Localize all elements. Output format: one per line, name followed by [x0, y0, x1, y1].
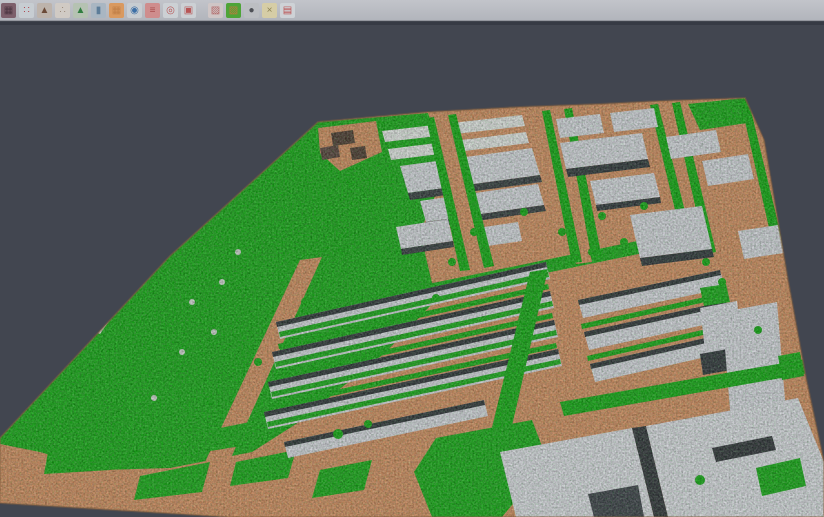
layer-stack-icon[interactable]: ≡	[145, 3, 160, 18]
toolbar-separator	[199, 3, 205, 18]
toolbar: ▦∷▲∴▲▮▦◉≡◎▣▨▧●×▤	[0, 0, 824, 21]
terrain-icon[interactable]: ▲	[37, 3, 52, 18]
vegetation-hill-icon[interactable]: ▲	[73, 3, 88, 18]
crop-box-icon[interactable]: ▣	[181, 3, 196, 18]
classification-result-icon[interactable]: ▧	[226, 3, 241, 18]
viewport-3d[interactable]	[0, 22, 824, 517]
mesh-sphere-icon[interactable]: ●	[244, 3, 259, 18]
classified-points-icon[interactable]: ∷	[19, 3, 34, 18]
target-ring-icon[interactable]: ◎	[163, 3, 178, 18]
subsample-points-icon[interactable]: ∴	[55, 3, 70, 18]
texture-checker-icon[interactable]: ▨	[208, 3, 223, 18]
point-cloud-render	[0, 25, 824, 517]
globe-icon[interactable]: ◉	[127, 3, 142, 18]
banner-rows-icon[interactable]: ▤	[280, 3, 295, 18]
height-column-icon[interactable]: ▮	[91, 3, 106, 18]
ground-class-icon[interactable]: ▦	[109, 3, 124, 18]
point-cloud-icon[interactable]: ▦	[1, 3, 16, 18]
cut-tool-icon[interactable]: ×	[262, 3, 277, 18]
